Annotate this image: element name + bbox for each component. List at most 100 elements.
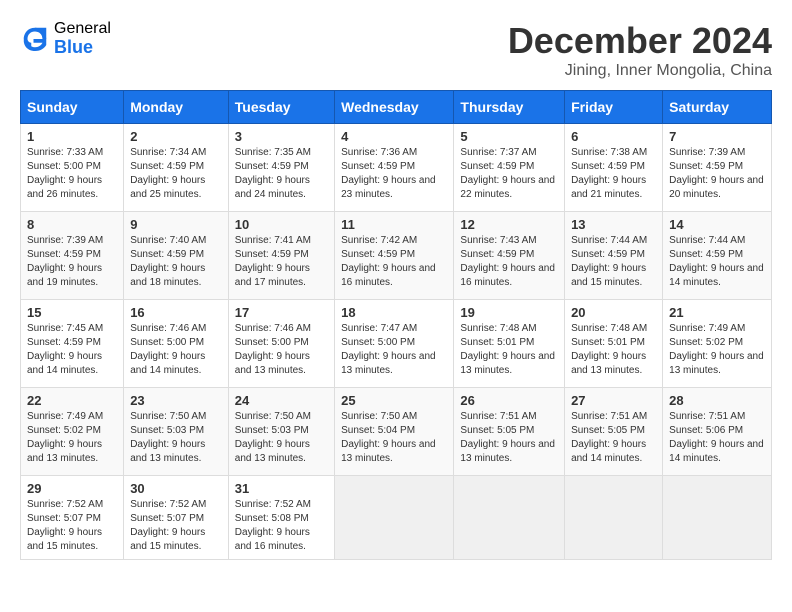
table-row: 7 Sunrise: 7:39 AM Sunset: 4:59 PM Dayli… — [663, 124, 772, 212]
day-number: 30 — [130, 481, 222, 496]
day-info: Sunrise: 7:48 AM Sunset: 5:01 PM Dayligh… — [460, 322, 558, 378]
day-number: 8 — [27, 217, 117, 232]
table-row: 14 Sunrise: 7:44 AM Sunset: 4:59 PM Dayl… — [663, 212, 772, 300]
day-info: Sunrise: 7:51 AM Sunset: 5:05 PM Dayligh… — [460, 410, 558, 466]
day-info: Sunrise: 7:47 AM Sunset: 5:00 PM Dayligh… — [341, 322, 447, 378]
day-number: 5 — [460, 129, 558, 144]
day-number: 11 — [341, 217, 447, 232]
day-info: Sunrise: 7:38 AM Sunset: 4:59 PM Dayligh… — [571, 146, 656, 202]
table-row — [663, 476, 772, 560]
day-number: 2 — [130, 129, 222, 144]
day-number: 6 — [571, 129, 656, 144]
table-row: 22 Sunrise: 7:49 AM Sunset: 5:02 PM Dayl… — [21, 388, 124, 476]
day-number: 25 — [341, 393, 447, 408]
table-row: 19 Sunrise: 7:48 AM Sunset: 5:01 PM Dayl… — [454, 300, 565, 388]
day-number: 12 — [460, 217, 558, 232]
table-row: 13 Sunrise: 7:44 AM Sunset: 4:59 PM Dayl… — [565, 212, 663, 300]
day-info: Sunrise: 7:52 AM Sunset: 5:07 PM Dayligh… — [130, 498, 222, 554]
title-section: December 2024 Jining, Inner Mongolia, Ch… — [508, 20, 772, 80]
day-info: Sunrise: 7:44 AM Sunset: 4:59 PM Dayligh… — [669, 234, 765, 290]
table-row — [565, 476, 663, 560]
table-row: 21 Sunrise: 7:49 AM Sunset: 5:02 PM Dayl… — [663, 300, 772, 388]
day-info: Sunrise: 7:50 AM Sunset: 5:04 PM Dayligh… — [341, 410, 447, 466]
table-row: 15 Sunrise: 7:45 AM Sunset: 4:59 PM Dayl… — [21, 300, 124, 388]
logo-general: General — [54, 20, 111, 38]
day-number: 24 — [235, 393, 328, 408]
day-info: Sunrise: 7:36 AM Sunset: 4:59 PM Dayligh… — [341, 146, 447, 202]
table-row: 6 Sunrise: 7:38 AM Sunset: 4:59 PM Dayli… — [565, 124, 663, 212]
table-row: 20 Sunrise: 7:48 AM Sunset: 5:01 PM Dayl… — [565, 300, 663, 388]
header-row: Sunday Monday Tuesday Wednesday Thursday… — [21, 91, 772, 124]
logo: General Blue — [20, 20, 111, 57]
day-number: 19 — [460, 305, 558, 320]
day-info: Sunrise: 7:33 AM Sunset: 5:00 PM Dayligh… — [27, 146, 117, 202]
month-title: December 2024 — [508, 20, 772, 62]
day-number: 4 — [341, 129, 447, 144]
table-row: 9 Sunrise: 7:40 AM Sunset: 4:59 PM Dayli… — [124, 212, 229, 300]
table-row: 26 Sunrise: 7:51 AM Sunset: 5:05 PM Dayl… — [454, 388, 565, 476]
logo-blue: Blue — [54, 38, 111, 58]
day-number: 29 — [27, 481, 117, 496]
day-number: 18 — [341, 305, 447, 320]
table-row: 10 Sunrise: 7:41 AM Sunset: 4:59 PM Dayl… — [228, 212, 334, 300]
table-row: 4 Sunrise: 7:36 AM Sunset: 4:59 PM Dayli… — [335, 124, 454, 212]
day-number: 17 — [235, 305, 328, 320]
col-friday: Friday — [565, 91, 663, 124]
table-row — [454, 476, 565, 560]
table-row: 27 Sunrise: 7:51 AM Sunset: 5:05 PM Dayl… — [565, 388, 663, 476]
table-row: 31 Sunrise: 7:52 AM Sunset: 5:08 PM Dayl… — [228, 476, 334, 560]
day-number: 15 — [27, 305, 117, 320]
day-info: Sunrise: 7:35 AM Sunset: 4:59 PM Dayligh… — [235, 146, 328, 202]
day-info: Sunrise: 7:51 AM Sunset: 5:05 PM Dayligh… — [571, 410, 656, 466]
day-info: Sunrise: 7:37 AM Sunset: 4:59 PM Dayligh… — [460, 146, 558, 202]
col-sunday: Sunday — [21, 91, 124, 124]
day-number: 27 — [571, 393, 656, 408]
day-number: 14 — [669, 217, 765, 232]
day-info: Sunrise: 7:49 AM Sunset: 5:02 PM Dayligh… — [669, 322, 765, 378]
day-info: Sunrise: 7:46 AM Sunset: 5:00 PM Dayligh… — [235, 322, 328, 378]
day-number: 16 — [130, 305, 222, 320]
logo-text: General Blue — [54, 20, 111, 57]
day-number: 3 — [235, 129, 328, 144]
day-info: Sunrise: 7:39 AM Sunset: 4:59 PM Dayligh… — [669, 146, 765, 202]
day-number: 1 — [27, 129, 117, 144]
table-row: 17 Sunrise: 7:46 AM Sunset: 5:00 PM Dayl… — [228, 300, 334, 388]
day-number: 21 — [669, 305, 765, 320]
table-row: 30 Sunrise: 7:52 AM Sunset: 5:07 PM Dayl… — [124, 476, 229, 560]
table-row: 11 Sunrise: 7:42 AM Sunset: 4:59 PM Dayl… — [335, 212, 454, 300]
table-row: 23 Sunrise: 7:50 AM Sunset: 5:03 PM Dayl… — [124, 388, 229, 476]
table-row: 8 Sunrise: 7:39 AM Sunset: 4:59 PM Dayli… — [21, 212, 124, 300]
table-row: 5 Sunrise: 7:37 AM Sunset: 4:59 PM Dayli… — [454, 124, 565, 212]
day-info: Sunrise: 7:52 AM Sunset: 5:08 PM Dayligh… — [235, 498, 328, 554]
day-info: Sunrise: 7:42 AM Sunset: 4:59 PM Dayligh… — [341, 234, 447, 290]
table-row: 25 Sunrise: 7:50 AM Sunset: 5:04 PM Dayl… — [335, 388, 454, 476]
day-number: 9 — [130, 217, 222, 232]
col-thursday: Thursday — [454, 91, 565, 124]
day-info: Sunrise: 7:50 AM Sunset: 5:03 PM Dayligh… — [235, 410, 328, 466]
col-tuesday: Tuesday — [228, 91, 334, 124]
day-number: 10 — [235, 217, 328, 232]
day-info: Sunrise: 7:49 AM Sunset: 5:02 PM Dayligh… — [27, 410, 117, 466]
table-row: 29 Sunrise: 7:52 AM Sunset: 5:07 PM Dayl… — [21, 476, 124, 560]
table-row: 12 Sunrise: 7:43 AM Sunset: 4:59 PM Dayl… — [454, 212, 565, 300]
day-info: Sunrise: 7:52 AM Sunset: 5:07 PM Dayligh… — [27, 498, 117, 554]
day-info: Sunrise: 7:46 AM Sunset: 5:00 PM Dayligh… — [130, 322, 222, 378]
table-row — [335, 476, 454, 560]
day-number: 26 — [460, 393, 558, 408]
day-info: Sunrise: 7:45 AM Sunset: 4:59 PM Dayligh… — [27, 322, 117, 378]
day-number: 22 — [27, 393, 117, 408]
logo-icon — [20, 24, 50, 54]
col-wednesday: Wednesday — [335, 91, 454, 124]
day-info: Sunrise: 7:34 AM Sunset: 4:59 PM Dayligh… — [130, 146, 222, 202]
day-info: Sunrise: 7:50 AM Sunset: 5:03 PM Dayligh… — [130, 410, 222, 466]
table-row: 28 Sunrise: 7:51 AM Sunset: 5:06 PM Dayl… — [663, 388, 772, 476]
header: General Blue December 2024 Jining, Inner… — [20, 20, 772, 80]
day-number: 28 — [669, 393, 765, 408]
day-number: 7 — [669, 129, 765, 144]
day-info: Sunrise: 7:41 AM Sunset: 4:59 PM Dayligh… — [235, 234, 328, 290]
day-info: Sunrise: 7:44 AM Sunset: 4:59 PM Dayligh… — [571, 234, 656, 290]
table-row: 24 Sunrise: 7:50 AM Sunset: 5:03 PM Dayl… — [228, 388, 334, 476]
col-saturday: Saturday — [663, 91, 772, 124]
day-info: Sunrise: 7:48 AM Sunset: 5:01 PM Dayligh… — [571, 322, 656, 378]
day-info: Sunrise: 7:43 AM Sunset: 4:59 PM Dayligh… — [460, 234, 558, 290]
